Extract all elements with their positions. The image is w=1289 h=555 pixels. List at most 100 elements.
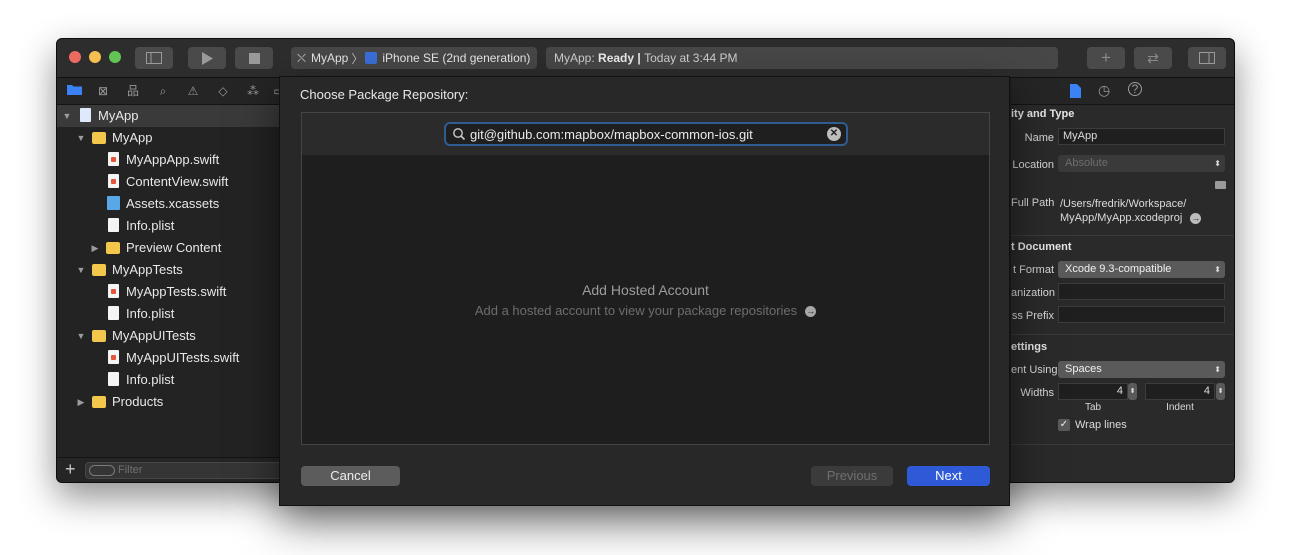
debug-navigator-tab[interactable]: ⁂ [245, 83, 261, 99]
stop-button[interactable] [235, 47, 273, 69]
tab-width-stepper[interactable]: ⬍ [1128, 383, 1137, 400]
library-button[interactable]: + [1087, 47, 1125, 69]
tree-item-label: MyApp [98, 108, 139, 123]
indent-width-stepper[interactable]: ⬍ [1216, 383, 1225, 400]
repository-panel: git@github.com:mapbox/mapbox-common-ios.… [301, 112, 990, 445]
test-navigator-tab[interactable]: ◇ [215, 83, 231, 99]
tree-item-label: Info.plist [126, 218, 175, 233]
disclosure-expanded-icon: ▼ [76, 133, 86, 143]
inspector-panel-icon [1199, 52, 1215, 64]
checkmark-icon: ✓ [1059, 419, 1069, 430]
plist-file-icon [108, 372, 119, 386]
folder-icon [66, 85, 82, 95]
toggle-inspector-button[interactable] [1188, 47, 1226, 69]
tree-item-file[interactable]: MyAppApp.swift [57, 149, 282, 171]
toolbar: ⛌ MyApp 〉 iPhone SE (2nd generation) MyA… [57, 39, 1234, 78]
folder-icon [92, 132, 106, 144]
tree-item-file[interactable]: Info.plist [57, 215, 282, 237]
sidebar-icon [146, 52, 162, 64]
help-inspector-icon[interactable]: ? [1128, 82, 1142, 96]
scheme-selector[interactable]: ⛌ MyApp 〉 iPhone SE (2nd generation) [291, 47, 537, 69]
repository-search-field[interactable]: git@github.com:mapbox/mapbox-common-ios.… [444, 122, 848, 146]
section-divider [1011, 235, 1234, 236]
previous-button[interactable]: Previous [811, 466, 893, 486]
warning-icon: ⚠ [187, 84, 199, 98]
minimize-window-button[interactable] [89, 51, 101, 63]
organization-field[interactable] [1058, 283, 1225, 300]
tree-item-label: MyAppUITests [112, 328, 196, 343]
clear-search-icon[interactable]: ✕ [827, 127, 841, 141]
full-path-line: MyApp/MyApp.xcodeproj [1060, 212, 1183, 224]
widths-label: Widths [1020, 387, 1054, 399]
file-inspector-icon[interactable] [1070, 84, 1081, 98]
tree-item-folder[interactable]: ▶ Products [57, 391, 282, 413]
search-bar-area: git@github.com:mapbox/mapbox-common-ios.… [302, 113, 989, 155]
full-path-label: Full Path [1011, 197, 1055, 209]
cancel-button[interactable]: Cancel [301, 466, 400, 486]
indent-using-label: ent Using [1011, 364, 1058, 376]
indent-width-field[interactable]: 4 [1145, 383, 1215, 400]
go-arrow-icon[interactable]: → [805, 306, 817, 318]
filter-options-icon[interactable] [89, 465, 115, 476]
tree-item-label: MyAppApp.swift [126, 152, 220, 167]
choose-folder-icon[interactable] [1215, 181, 1226, 189]
tree-item-folder[interactable]: ▼ MyApp [57, 127, 282, 149]
target-icon: ⛌ [297, 50, 306, 65]
tree-item-folder[interactable]: ▼ MyAppTests [57, 259, 282, 281]
play-icon [202, 51, 213, 65]
tree-item-file[interactable]: Info.plist [57, 369, 282, 391]
history-inspector-icon[interactable]: ◷ [1098, 82, 1110, 99]
code-review-button[interactable]: ⇄ [1134, 47, 1172, 69]
tree-item-file[interactable]: MyAppTests.swift [57, 281, 282, 303]
add-file-button[interactable]: + [65, 459, 76, 480]
plus-icon: + [1101, 48, 1111, 67]
disclosure-expanded-icon: ▼ [62, 111, 72, 121]
indent-using-value: Spaces [1065, 363, 1102, 375]
navigator-selector-bar: ⊠ 品 ⌕ ⚠ ◇ ⁂ ▭ [57, 78, 285, 105]
tab-width-field[interactable]: 4 [1058, 383, 1128, 400]
run-button[interactable] [188, 47, 226, 69]
activity-status: Ready [598, 51, 635, 65]
next-button[interactable]: Next [907, 466, 990, 486]
tree-item-label: MyAppTests.swift [126, 284, 227, 299]
name-field[interactable]: MyApp [1058, 128, 1225, 145]
indent-using-popup[interactable]: Spaces ⬍ [1058, 361, 1225, 378]
tree-item-project[interactable]: ▼ MyApp [57, 105, 282, 127]
tree-item-file[interactable]: Assets.xcassets [57, 193, 282, 215]
zoom-window-button[interactable] [109, 51, 121, 63]
activity-viewer: MyApp: Ready | Today at 3:44 PM [546, 47, 1058, 69]
swift-file-icon [108, 350, 119, 364]
format-value: Xcode 9.3-compatible [1065, 263, 1172, 275]
plist-file-icon [108, 306, 119, 320]
tree-item-folder[interactable]: ▶ Preview Content [57, 237, 282, 259]
tree-item-file[interactable]: Info.plist [57, 303, 282, 325]
symbol-navigator-tab[interactable]: 品 [125, 83, 141, 99]
wrap-lines-label: Wrap lines [1075, 419, 1127, 431]
organization-label: anization [1011, 287, 1056, 299]
tree-item-folder[interactable]: ▼ MyAppUITests [57, 325, 282, 347]
diamond-icon: ◇ [218, 84, 228, 98]
swap-arrows-icon: ⇄ [1147, 49, 1159, 66]
tree-item-file[interactable]: ContentView.swift [57, 171, 282, 193]
popup-arrows-icon: ⬍ [1214, 365, 1221, 374]
disclosure-collapsed-icon: ▶ [91, 243, 99, 253]
project-navigator: ▼ MyApp ▼ MyApp MyAppApp.swift ContentVi… [57, 105, 282, 457]
project-navigator-tab[interactable] [66, 83, 82, 99]
format-popup[interactable]: Xcode 9.3-compatible ⬍ [1058, 261, 1225, 278]
navigator-footer: + Filter [57, 457, 285, 482]
toggle-navigator-button[interactable] [135, 47, 173, 69]
close-window-button[interactable] [69, 51, 81, 63]
reveal-arrow-icon[interactable]: → [1190, 212, 1202, 224]
swift-file-icon [108, 174, 119, 188]
issue-navigator-tab[interactable]: ⚠ [185, 83, 201, 99]
tree-item-label: Info.plist [126, 372, 175, 387]
filter-field[interactable]: Filter [85, 462, 285, 479]
location-popup[interactable]: Absolute ⬍ [1058, 155, 1225, 172]
tree-item-file[interactable]: MyAppUITests.swift [57, 347, 282, 369]
wrap-lines-checkbox[interactable]: ✓ [1058, 419, 1070, 431]
class-prefix-field[interactable] [1058, 306, 1225, 323]
swift-file-icon [108, 284, 119, 298]
disclosure-expanded-icon: ▼ [76, 265, 86, 275]
source-control-navigator-tab[interactable]: ⊠ [95, 83, 111, 99]
find-navigator-tab[interactable]: ⌕ [155, 83, 171, 99]
